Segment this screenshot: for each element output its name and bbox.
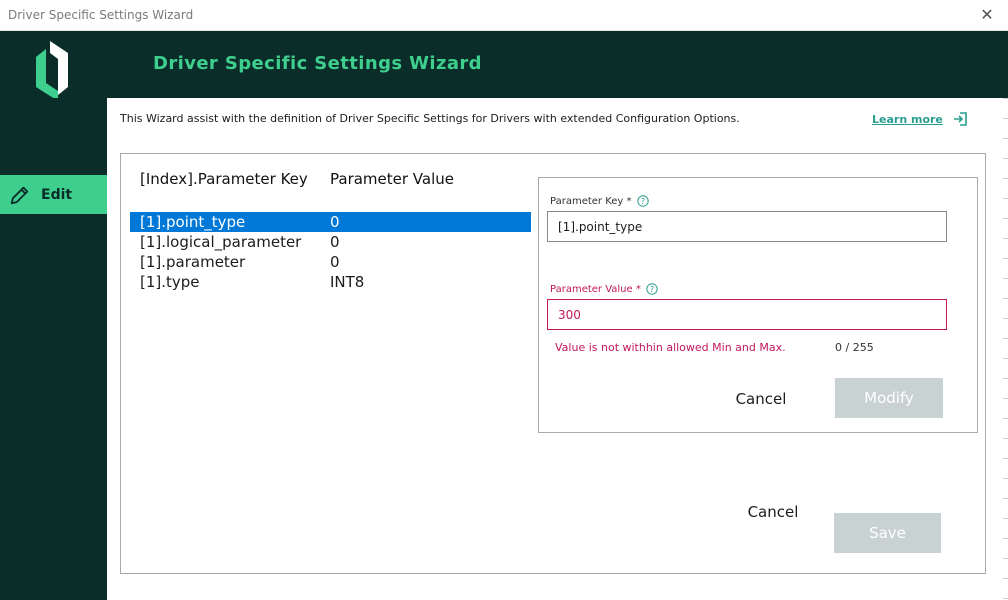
row-value: 0 [330, 213, 340, 231]
table-row[interactable]: [1].parameter 0 [130, 252, 531, 272]
column-header-value: Parameter Value [330, 170, 454, 188]
settings-panel: [Index].Parameter Key Parameter Value [1… [120, 153, 986, 574]
help-icon[interactable]: ? [636, 195, 649, 207]
sidebar-item-label: Edit [41, 186, 73, 203]
parameter-table: [Index].Parameter Key Parameter Value [1… [130, 164, 531, 292]
row-value: 0 [330, 253, 340, 271]
modify-button[interactable]: Modify [835, 378, 943, 418]
row-value: INT8 [330, 273, 365, 291]
wizard-window: Driver Specific Settings Wizard ✕ Driver… [0, 0, 1008, 600]
parameter-value-label: Parameter Value * ? [550, 283, 658, 295]
table-row[interactable]: [1].logical_parameter 0 [130, 232, 531, 252]
parameter-editor: Parameter Key * ? Parameter Value * ? Va… [538, 177, 978, 433]
row-value: 0 [330, 233, 340, 251]
cancel-button[interactable]: Cancel [713, 492, 833, 532]
svg-text:?: ? [640, 197, 644, 206]
row-key: [1].parameter [140, 253, 246, 271]
parameter-key-label: Parameter Key * ? [550, 195, 649, 207]
row-key: [1].point_type [140, 213, 246, 231]
save-button[interactable]: Save [834, 513, 941, 553]
table-row[interactable]: [1].type INT8 [130, 272, 531, 292]
validation-error: Value is not withhin allowed Min and Max… [555, 341, 786, 354]
svg-text:?: ? [650, 285, 654, 294]
parameter-key-label-text: Parameter Key * [550, 195, 632, 207]
brand-logo-icon [36, 41, 68, 101]
pencil-icon [10, 186, 29, 204]
close-icon[interactable]: ✕ [976, 4, 998, 26]
wizard-header: Driver Specific Settings Wizard [0, 31, 1008, 101]
row-key: [1].type [140, 273, 200, 291]
row-key: [1].logical_parameter [140, 233, 302, 251]
intro-text: This Wizard assist with the definition o… [120, 112, 740, 125]
table-body: [1].point_type 0 [1].logical_parameter 0… [130, 212, 531, 292]
column-header-key: [Index].Parameter Key [140, 170, 308, 188]
character-counter: 0 / 255 [835, 341, 874, 354]
editor-cancel-button[interactable]: Cancel [709, 380, 813, 418]
parameter-value-label-text: Parameter Value * [550, 283, 641, 295]
window-title: Driver Specific Settings Wizard [8, 8, 194, 22]
help-icon[interactable]: ? [646, 283, 658, 295]
learn-more-link[interactable]: Learn more [872, 110, 969, 128]
content-area: This Wizard assist with the definition o… [107, 98, 1003, 600]
external-link-icon [953, 112, 967, 126]
title-bar: Driver Specific Settings Wizard ✕ [0, 0, 1008, 31]
table-row[interactable]: [1].point_type 0 [130, 212, 531, 232]
background-grid-strip [1003, 98, 1008, 600]
learn-more-label: Learn more [872, 112, 943, 126]
sidebar-item-edit[interactable]: Edit [0, 175, 107, 214]
page-title: Driver Specific Settings Wizard [153, 53, 482, 74]
parameter-key-input[interactable] [547, 211, 947, 242]
sidebar: Edit [0, 98, 107, 600]
table-header: [Index].Parameter Key Parameter Value [130, 164, 531, 194]
parameter-value-input[interactable] [547, 299, 947, 330]
